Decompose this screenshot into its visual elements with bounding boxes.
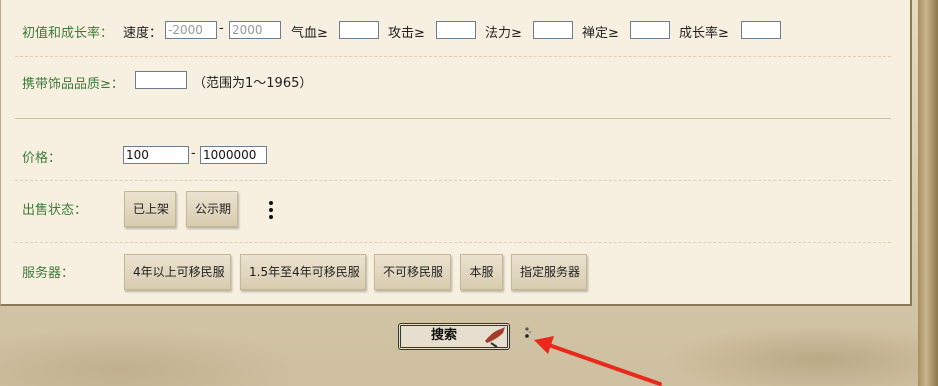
more-options-icon[interactable] — [269, 201, 273, 222]
price-min-input[interactable] — [123, 146, 189, 164]
row-divider — [15, 56, 891, 57]
row-divider — [15, 180, 891, 181]
server-label: 服务器： — [22, 266, 75, 281]
growth-label: 初值和成长率： — [22, 26, 114, 41]
chengzhang-input[interactable] — [741, 21, 781, 39]
section-divider — [15, 118, 891, 119]
server-4yr-button[interactable]: 4年以上可移民服 — [124, 254, 231, 290]
price-max-input[interactable] — [200, 146, 267, 164]
qixue-input[interactable] — [339, 21, 379, 39]
chengzhang-label: 成长率≥ — [679, 26, 729, 41]
search-button[interactable]: 搜索 — [398, 323, 510, 350]
speed-dash: - — [219, 21, 224, 36]
speed-label: 速度： — [123, 26, 163, 41]
search-button-label: 搜索 — [431, 328, 458, 343]
gongji-input[interactable] — [436, 21, 476, 39]
price-dash: - — [191, 146, 196, 161]
accessory-quality-label: 携带饰品品质≥： — [22, 77, 124, 92]
gongji-label: 攻击≥ — [388, 26, 425, 41]
row-divider — [15, 242, 891, 243]
sale-status-label: 出售状态： — [22, 203, 88, 218]
speed-max-input[interactable] — [229, 21, 281, 39]
status-public-button[interactable]: 公示期 — [186, 191, 238, 227]
qixue-label: 气血≥ — [291, 26, 328, 41]
price-label: 价格： — [22, 151, 62, 166]
fali-label: 法力≥ — [485, 26, 522, 41]
accessory-quality-input[interactable] — [135, 71, 187, 89]
server-specify-button[interactable]: 指定服务器 — [511, 254, 587, 290]
chanding-input[interactable] — [630, 21, 670, 39]
status-listed-button[interactable]: 已上架 — [124, 191, 176, 227]
server-local-button[interactable]: 本服 — [460, 254, 503, 290]
accessory-range-hint: （范围为1～1965） — [193, 76, 313, 91]
scroll-border — [918, 0, 938, 386]
brush-ornament-icon — [485, 327, 505, 348]
server-1-5yr-button[interactable]: 1.5年至4年可移民服 — [240, 254, 366, 290]
annotation-arrow-icon — [534, 336, 662, 386]
chanding-label: 禅定≥ — [582, 26, 619, 41]
speed-min-input[interactable] — [165, 21, 217, 39]
filter-panel: 初值和成长率： 速度： - 气血≥ 攻击≥ 法力≥ 禅定≥ 成长率≥ 携带饰品品… — [0, 0, 912, 306]
fali-input[interactable] — [533, 21, 573, 39]
server-no-migrate-button[interactable]: 不可移民服 — [374, 254, 451, 290]
